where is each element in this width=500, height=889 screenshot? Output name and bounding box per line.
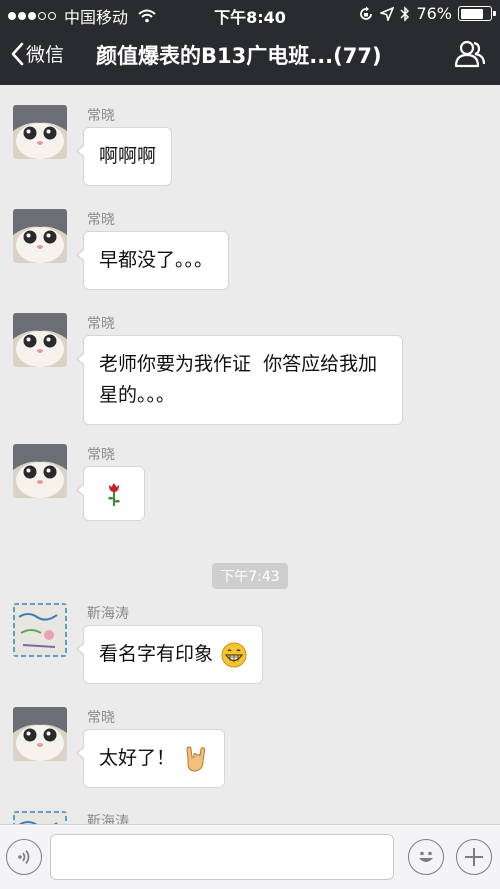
location-arrow-icon [380,6,395,21]
message-bubble[interactable]: 啊啊啊 [75,127,173,186]
drawing-avatar-icon [13,603,67,657]
message-bubble[interactable]: 早都没了。。。 [75,231,230,290]
chevron-left-icon [11,42,24,65]
timestamp-label: 下午7:43 [212,563,288,589]
message-bubble[interactable] [76,466,145,521]
sender-name: 常晓 [87,212,115,228]
battery-icon [458,6,496,21]
more-button[interactable] [456,839,492,875]
cat-avatar-icon [13,707,67,761]
smiley-icon [419,851,433,862]
message-text: 早都没了。。。 [99,249,214,271]
sender-name: 靳海涛 [87,814,129,824]
message-text: 太好了！ [99,747,176,769]
voice-button[interactable] [6,839,42,875]
avatar-drawing[interactable] [13,811,67,824]
input-bar [0,824,500,889]
message-bubble[interactable]: 看名字有印象 [75,625,264,684]
nav-bar: 微信 颜值爆表的B13广电班...(77) [0,28,500,85]
drawing-avatar-icon [13,811,67,824]
rose-icon [108,483,120,506]
sender-name: 靳海涛 [87,606,129,622]
avatar-cat[interactable] [13,313,67,367]
sender-name: 常晓 [87,108,115,124]
bluetooth-icon [400,5,410,22]
back-label: 微信 [26,44,65,66]
battery-percent: 76% [416,4,452,23]
chat-area[interactable]: 常晓 啊啊啊 常晓 早都没了。。。 常晓 老师你要为我作证 你答应给我加星的。。… [0,85,500,824]
sender-name: 常晓 [87,316,115,332]
voice-icon [18,849,30,865]
status-right: 76% [358,4,496,23]
cat-avatar-icon [13,313,67,367]
plus-icon [465,848,483,866]
emoji-button[interactable] [408,839,444,875]
sender-name: 常晓 [87,710,115,726]
sender-name: 常晓 [87,447,115,463]
cat-avatar-icon [13,444,67,498]
message-bubble[interactable]: 老师你要为我作证 你答应给我加星的。。。 [76,335,403,425]
top-bar: 中国移动 下午8:40 76% 微信 颜值爆表的B13广电班...(77) [0,0,500,85]
rock-hand-icon [186,745,206,772]
battery-level [460,8,483,19]
avatar-cat[interactable] [13,707,67,761]
status-bar: 中国移动 下午8:40 76% [0,0,500,28]
message-text: 啊啊啊 [99,145,157,167]
time-divider: 下午7:43 [0,563,500,589]
cat-avatar-icon [13,105,67,159]
message-text: 老师你要为我作证 你答应给我加星的。。。 [99,353,378,406]
cat-avatar-icon [13,209,67,263]
group-info-button[interactable] [454,40,486,72]
avatar-cat[interactable] [13,209,67,263]
grin-face-icon [221,642,247,667]
avatar-drawing[interactable] [13,603,67,657]
back-button[interactable]: 微信 [10,40,64,67]
message-bubble[interactable]: 太好了！ [75,729,226,788]
avatar-cat[interactable] [13,105,67,159]
group-members-icon [454,40,486,68]
message-text: 看名字有印象 [99,643,214,665]
avatar-cat[interactable] [13,444,67,498]
rotation-lock-icon [360,6,373,20]
chat-title: 颜值爆表的B13广电班...(77) [96,44,382,68]
message-input[interactable] [50,834,394,880]
